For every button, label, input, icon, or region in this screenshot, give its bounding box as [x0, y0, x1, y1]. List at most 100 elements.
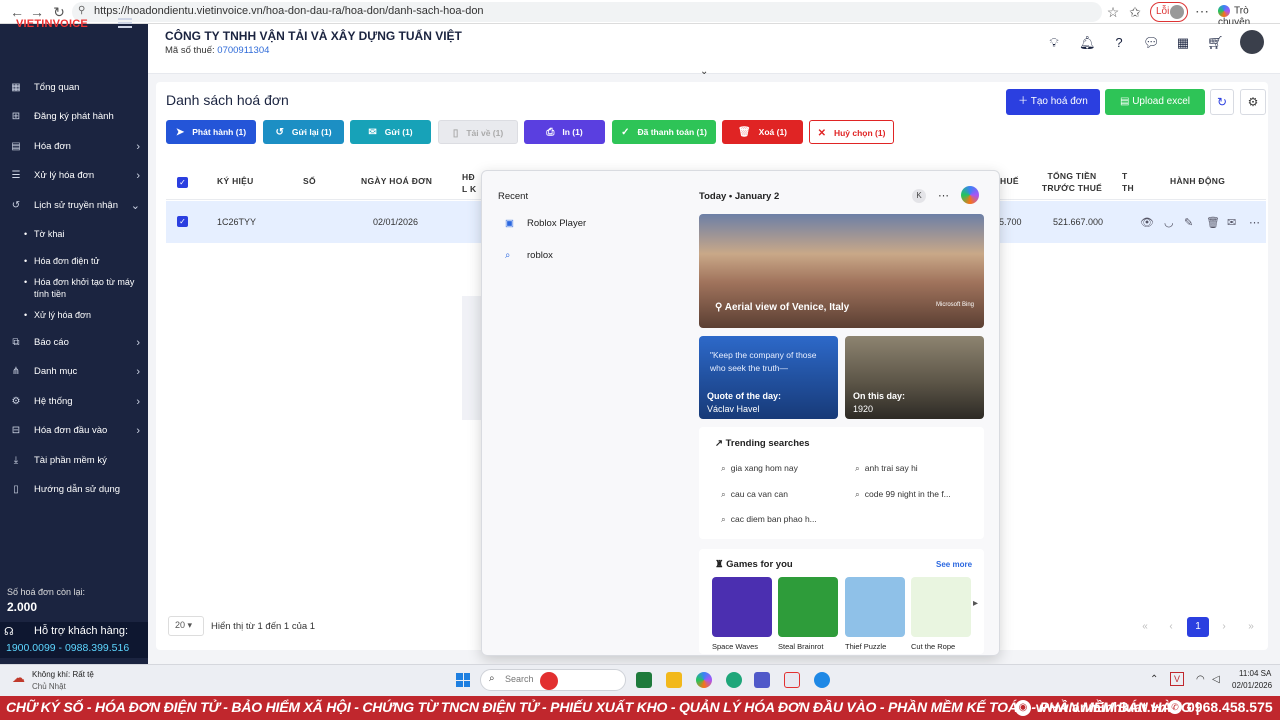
banner-website[interactable]: www.anminhluat.vn [1036, 699, 1167, 715]
game-thumb-steal-brainrot[interactable] [778, 577, 838, 637]
issue-button[interactable]: ➤ Phát hành (1) [166, 120, 256, 144]
windows-start-icon[interactable] [456, 673, 470, 687]
page-1-button[interactable]: 1 [1187, 617, 1209, 637]
page-size-select[interactable]: 20 ▾ [168, 616, 204, 636]
support-phones[interactable]: 1900.0099 - 0988.399.516 [6, 642, 129, 654]
favorites-icon[interactable]: ✩ [1126, 4, 1144, 21]
site-info-icon[interactable]: ⚲ [78, 5, 85, 16]
taskbar-time[interactable]: 11:04 SA [1239, 669, 1271, 678]
browser-menu-icon[interactable]: ⋯ [1193, 3, 1211, 20]
bell-icon[interactable]: 🔔︎ [1079, 35, 1096, 51]
sidebar-item-tai-phan-mem[interactable]: ⤓ Tài phần mềm ký [0, 451, 148, 471]
deselect-button[interactable]: ✕ Huỷ chọn (1) [809, 120, 894, 144]
paid-button[interactable]: ✓ Đã thanh toán (1) [612, 120, 716, 144]
sidebar-item-xu-ly[interactable]: ☰ Xử lý hóa đơn › [0, 166, 148, 186]
profile-error-pill[interactable]: Lỗi [1150, 2, 1188, 22]
sidebar-item-he-thong[interactable]: ⚙ Hệ thống › [0, 392, 148, 412]
taskbar-date[interactable]: 02/01/2026 [1232, 681, 1272, 690]
refresh-button[interactable]: ↻ [1210, 89, 1234, 115]
see-more-link[interactable]: See more [936, 560, 972, 569]
settings-button[interactable]: ⚙ [1240, 89, 1266, 115]
trending-item[interactable]: gia xang hom nay [721, 463, 798, 474]
account-badge[interactable]: K [912, 189, 926, 203]
trash-icon: 🗑︎ [737, 127, 751, 138]
print-button[interactable]: ⎙ In (1) [524, 120, 605, 144]
copilot-app-icon[interactable] [696, 672, 712, 688]
sidebar-item-huong-dan[interactable]: ▯ Hướng dẫn sử dụng [0, 480, 148, 500]
hamburger-menu-icon[interactable] [118, 18, 132, 28]
copilot-icon[interactable] [961, 186, 979, 204]
chat-icon[interactable]: 💬︎ [1143, 35, 1160, 51]
download-button[interactable]: ▯ Tải về (1) [438, 120, 518, 144]
sidebar-item-label: Báo cáo [34, 337, 69, 348]
recent-item-roblox[interactable]: ⌕ roblox [505, 250, 553, 261]
sidebar-item-dang-ky[interactable]: ⊞ Đăng ký phát hành [0, 107, 148, 127]
vietinvoice-logo[interactable]: VIETINVOICE [16, 18, 88, 30]
more-icon[interactable]: ⋯ [1249, 216, 1260, 229]
cart-icon[interactable]: 🛒︎ [1207, 35, 1224, 51]
last-page-icon[interactable]: » [1240, 617, 1262, 637]
send-button[interactable]: ✉ Gửi (1) [350, 120, 431, 144]
file-explorer-icon[interactable] [666, 672, 682, 688]
game-thumb-space-waves[interactable] [712, 577, 772, 637]
address-bar[interactable]: ⚲ https://hoadondientu.vietinvoice.vn/ho… [72, 2, 1102, 22]
tray-app-icon[interactable]: V [1170, 672, 1184, 686]
remaining-invoices-label: Số hoá đơn còn lại: [7, 587, 85, 597]
game-thumb-thief-puzzle[interactable] [845, 577, 905, 637]
trending-item[interactable]: cac diem ban phao h... [721, 514, 817, 525]
col-ky-hieu: KÝ HIỆU [217, 176, 254, 186]
subitem-hoa-don-dien-tu[interactable]: Hóa đơn điện tử [24, 255, 144, 267]
subitem-hoa-don-may-tinh-tien[interactable]: Hóa đơn khởi tạo từ máy tính tiền [24, 276, 144, 300]
sidebar-item-danh-muc[interactable]: ⋔ Danh mục › [0, 362, 148, 382]
row-checkbox[interactable]: ✓ [177, 216, 188, 227]
prev-page-icon[interactable]: ‹ [1160, 617, 1182, 637]
volume-icon[interactable]: ◁ [1212, 674, 1220, 685]
create-invoice-button[interactable]: ＋ Tạo hoá đơn [1006, 89, 1100, 115]
trending-item[interactable]: code 99 night in the f... [855, 489, 951, 500]
game-thumb-cut-the-rope[interactable] [911, 577, 971, 637]
print-icon: ⎙ [546, 127, 555, 138]
sidebar-item-hoa-don[interactable]: ▤ Hóa đơn › [0, 137, 148, 157]
banner-phone[interactable]: 0968.458.575 [1187, 699, 1273, 715]
help-icon[interactable]: ? [1111, 35, 1127, 51]
resend-button[interactable]: ↺ Gửi lại (1) [263, 120, 344, 144]
mail-icon[interactable]: ✉ [1227, 216, 1236, 229]
trending-item[interactable]: cau ca van can [721, 489, 788, 500]
select-all-checkbox[interactable]: ✓ [177, 177, 188, 188]
teams-app-icon[interactable] [754, 672, 770, 688]
more-options-icon[interactable]: ⋯ [938, 189, 949, 202]
cell-ngay: 02/01/2026 [373, 217, 419, 227]
wifi-icon[interactable]: ◠ [1196, 674, 1205, 685]
upload-excel-button[interactable]: ▤ Upload excel [1105, 89, 1205, 115]
sidebar-item-label: Xử lý hóa đơn [34, 170, 95, 181]
trending-item[interactable]: anh trai say hi [855, 463, 918, 474]
zalo-app-icon[interactable] [784, 672, 800, 688]
favorite-star-icon[interactable]: ☆ [1104, 4, 1122, 21]
view-icon[interactable]: 👁︎ [1140, 216, 1154, 229]
tray-chevron-icon[interactable]: ⌃ [1150, 674, 1158, 685]
first-page-icon[interactable]: « [1134, 617, 1156, 637]
sidebar-item-tong-quan[interactable]: ▦ Tổng quan [0, 78, 148, 98]
next-page-icon[interactable]: › [1213, 617, 1235, 637]
subitem-to-khai[interactable]: Tờ khai [24, 228, 144, 240]
edge-browser-icon[interactable] [726, 672, 742, 688]
chevron-down-icon[interactable]: ⌄ [700, 66, 708, 77]
issue-label: Phát hành (1) [192, 127, 247, 137]
lightbulb-icon[interactable]: 💡︎ [1046, 35, 1062, 51]
apps-grid-icon[interactable]: ▦ [1175, 35, 1191, 51]
delete-button[interactable]: 🗑︎ Xoá (1) [722, 120, 803, 144]
recent-item-roblox-player[interactable]: ▣ Roblox Player [505, 218, 586, 229]
messenger-app-icon[interactable] [814, 672, 830, 688]
sidebar-item-label: Danh mục [34, 366, 78, 377]
subitem-xu-ly-hoa-don[interactable]: Xử lý hóa đơn [24, 309, 144, 321]
edit-icon[interactable]: ✎ [1184, 216, 1193, 229]
user-avatar[interactable] [1240, 30, 1264, 54]
sidebar-item-dau-vao[interactable]: ⊟ Hóa đơn đầu vào › [0, 421, 148, 441]
sidebar-item-lich-su[interactable]: ↺ Lịch sử truyền nhận ⌄ [0, 196, 148, 216]
weather-line1[interactable]: Không khí: Rất tệ [32, 670, 94, 679]
sidebar-item-bao-cao[interactable]: ⧉ Báo cáo › [0, 333, 148, 353]
weather-icon[interactable]: ☁ [12, 670, 25, 686]
trash-icon[interactable]: 🗑︎ [1206, 216, 1220, 229]
excel-app-icon[interactable] [636, 672, 652, 688]
scroll-right-icon[interactable]: ▸ [973, 598, 978, 609]
